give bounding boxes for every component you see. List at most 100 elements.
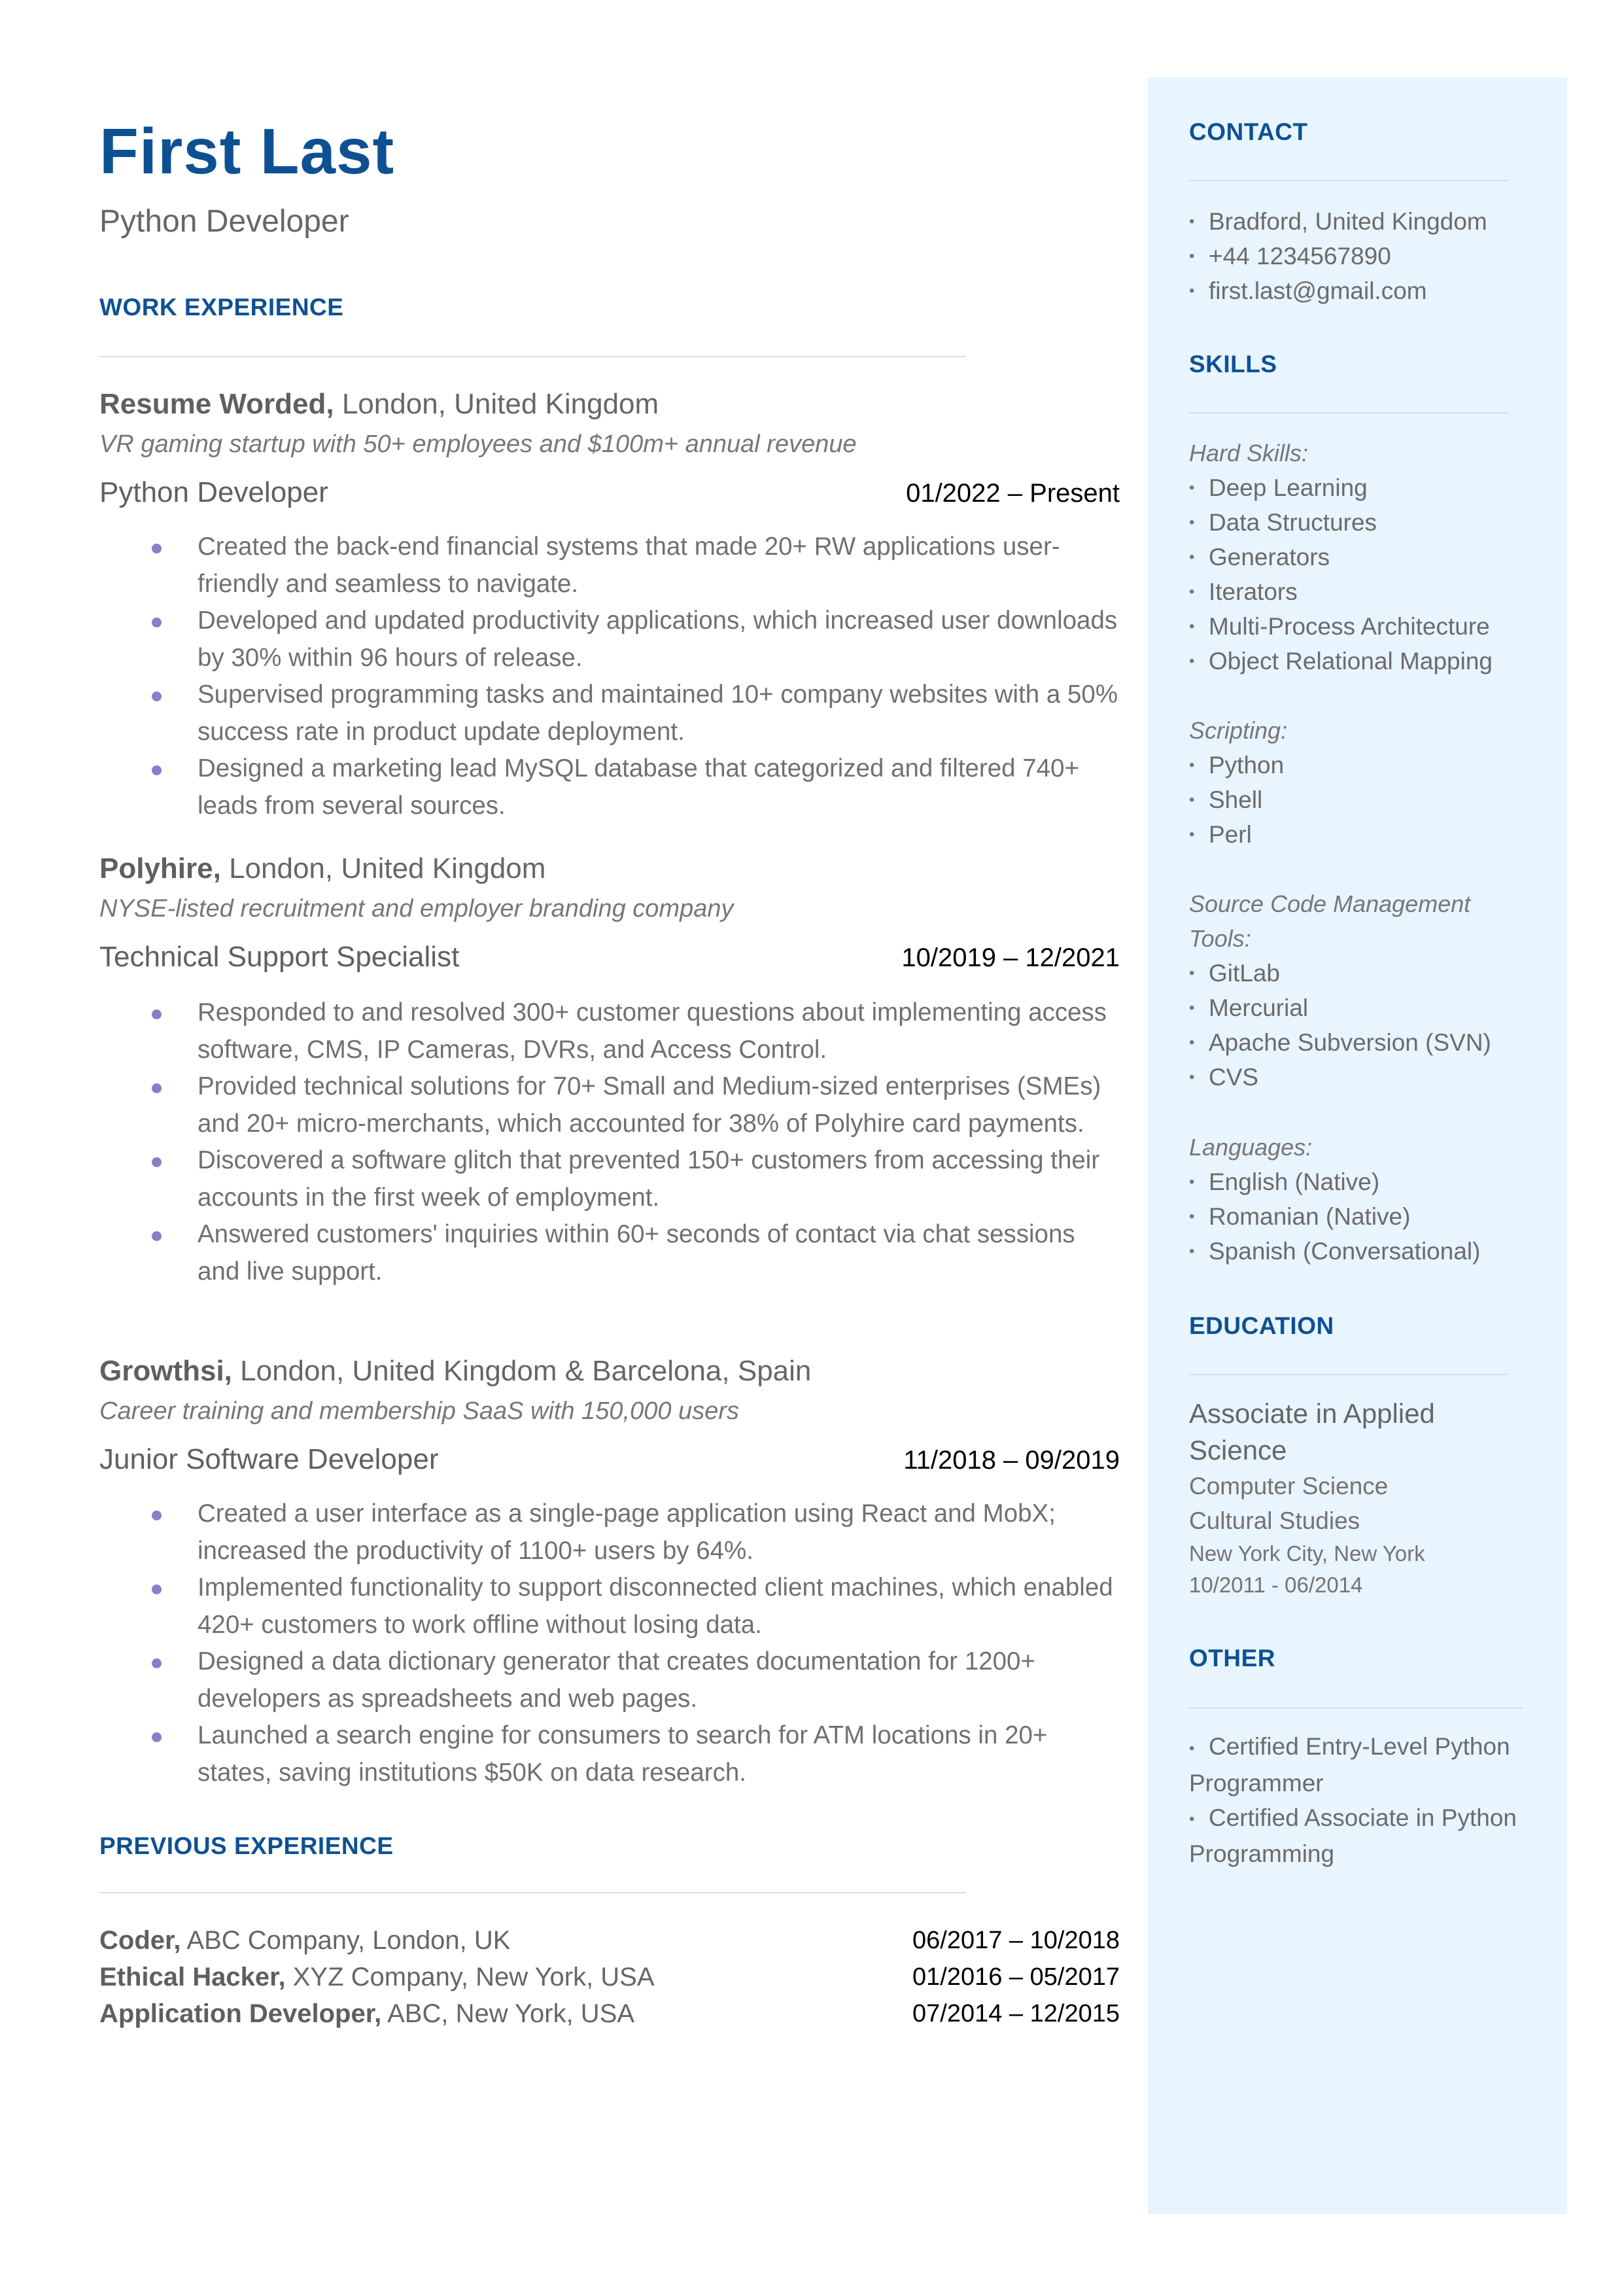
skill-item: Iterators: [1189, 574, 1529, 609]
skill-item: Mercurial: [1189, 990, 1496, 1025]
job-dates: 01/2022 – Present: [906, 479, 1120, 508]
education-minor: Cultural Studies: [1189, 1507, 1360, 1534]
section-divider: [99, 1892, 966, 1893]
company-location: London, United Kingdom & Barcelona, Spai…: [232, 1355, 812, 1387]
bullet-item: Created the back-end financial systems t…: [152, 529, 1120, 603]
job-role: Junior Software Developer: [99, 1443, 439, 1475]
skill-item: Deep Learning: [1189, 470, 1529, 505]
company-name: Polyhire,: [99, 852, 221, 885]
contact-list: Bradford, United Kingdom +44 1234567890 …: [1189, 204, 1529, 308]
bullet-dot-icon: [152, 1157, 162, 1167]
certification-item: • Certified Associate in Python Programmi…: [1189, 1800, 1542, 1872]
skill-group-label: Languages:: [1189, 1134, 1313, 1161]
job-company-line: Resume Worded, London, United Kingdom: [99, 386, 659, 422]
bullet-dot-icon: [152, 1585, 162, 1594]
bullet-item: Answered customers' inquiries within 60+…: [152, 1216, 1120, 1290]
company-location: London, United Kingdom: [220, 852, 546, 885]
bullet-dot-icon: [152, 692, 162, 701]
company-description: VR gaming startup with 50+ employees and…: [99, 430, 857, 458]
role-row: Technical Support Specialist 10/2019 – 1…: [99, 941, 1120, 973]
candidate-name: First Last: [99, 115, 395, 187]
skill-item: Multi-Process Architecture: [1189, 609, 1529, 644]
bullet-dot-icon: [152, 618, 162, 627]
previous-job-dates: 06/2017 – 10/2018: [912, 1927, 1120, 1954]
previous-job-title: Coder, ABC Company, London, UK: [99, 1926, 511, 1955]
contact-heading: CONTACT: [1189, 118, 1308, 145]
skill-item: Apache Subversion (SVN): [1189, 1025, 1496, 1060]
education-heading: EDUCATION: [1189, 1312, 1334, 1339]
previous-job-row: Coder, ABC Company, London, UK 06/2017 –…: [99, 1922, 1120, 1959]
skill-item: CVS: [1189, 1060, 1496, 1095]
previous-experience-heading: PREVIOUS EXPERIENCE: [99, 1832, 394, 1859]
contact-email: first.last@gmail.com: [1189, 273, 1529, 308]
bullet-dot-icon: [152, 1658, 162, 1668]
bullet-dot-icon: [152, 1732, 162, 1742]
job-company-line: Growthsi, London, United Kingdom & Barce…: [99, 1353, 811, 1389]
company-description: NYSE-listed recruitment and employer bra…: [99, 895, 734, 922]
bullet-icon: •: [1189, 1810, 1195, 1829]
previous-job-title: Ethical Hacker, XYZ Company, New York, U…: [99, 1963, 655, 1991]
bullet-item: Discovered a software glitch that preven…: [152, 1142, 1120, 1216]
job-dates: 10/2019 – 12/2021: [901, 943, 1120, 972]
company-name: Resume Worded,: [99, 388, 334, 420]
skill-item: Perl: [1189, 817, 1529, 852]
skill-item: Romanian (Native): [1189, 1199, 1529, 1234]
skill-item: Python: [1189, 748, 1529, 782]
company-name: Growthsi,: [99, 1355, 232, 1387]
skill-group: Scripting: Python Shell Perl: [1189, 713, 1529, 852]
job-dates: 11/2018 – 09/2019: [903, 1446, 1120, 1475]
bullet-dot-icon: [152, 1083, 162, 1093]
previous-job-dates: 01/2016 – 05/2017: [912, 1963, 1120, 1991]
bullet-icon: •: [1189, 1739, 1195, 1757]
skill-item: Spanish (Conversational): [1189, 1234, 1529, 1269]
previous-job-title: Application Developer, ABC, New York, US…: [99, 1999, 635, 2028]
other-list: • Certified Entry-Level Python Programmer…: [1189, 1729, 1542, 1871]
previous-job-row: Ethical Hacker, XYZ Company, New York, U…: [99, 1959, 1120, 1995]
section-divider: [99, 356, 966, 357]
company-location: London, United Kingdom: [334, 388, 659, 420]
skill-group-label: Scripting:: [1189, 717, 1288, 744]
job-role: Technical Support Specialist: [99, 941, 460, 973]
company-description: Career training and membership SaaS with…: [99, 1397, 739, 1425]
bullet-item: Supervised programming tasks and maintai…: [152, 676, 1120, 750]
education-entry: Associate in Applied Science Computer Sc…: [1189, 1395, 1470, 1601]
bullet-item: Designed a marketing lead MySQL database…: [152, 750, 1120, 824]
skills-heading: SKILLS: [1189, 351, 1277, 377]
skill-group: Hard Skills: Deep Learning Data Structur…: [1189, 436, 1529, 678]
skill-item: Data Structures: [1189, 505, 1529, 540]
role-row: Junior Software Developer 11/2018 – 09/2…: [99, 1443, 1120, 1476]
job-bullets: Created a user interface as a single-pag…: [152, 1496, 1120, 1791]
bullet-item: Responded to and resolved 300+ customer …: [152, 994, 1120, 1068]
candidate-title: Python Developer: [99, 204, 349, 239]
skill-item: Generators: [1189, 540, 1529, 574]
skill-group-label: Hard Skills:: [1189, 440, 1309, 466]
bullet-dot-icon: [152, 1511, 162, 1520]
section-divider: [1189, 1374, 1508, 1375]
bullet-item: Created a user interface as a single-pag…: [152, 1496, 1120, 1569]
certification-item: • Certified Entry-Level Python Programmer: [1189, 1729, 1542, 1800]
skill-item: Shell: [1189, 782, 1529, 817]
bullet-item: Developed and updated productivity appli…: [152, 603, 1120, 676]
contact-phone: +44 1234567890: [1189, 239, 1529, 273]
bullet-item: Implemented functionality to support dis…: [152, 1569, 1120, 1643]
skill-item: GitLab: [1189, 956, 1496, 990]
skill-group: Languages: English (Native) Romanian (Na…: [1189, 1130, 1529, 1269]
skill-item: Object Relational Mapping: [1189, 644, 1529, 678]
bullet-dot-icon: [152, 544, 162, 553]
previous-job-dates: 07/2014 – 12/2015: [912, 2000, 1120, 2027]
section-divider: [1189, 180, 1508, 181]
education-field: Computer Science: [1189, 1473, 1389, 1499]
job-company-line: Polyhire, London, United Kingdom: [99, 850, 545, 886]
bullet-dot-icon: [152, 1009, 162, 1019]
section-divider: [1189, 412, 1508, 413]
education-degree: Associate in Applied Science: [1189, 1398, 1435, 1465]
bullet-dot-icon: [152, 1231, 162, 1241]
work-experience-heading: WORK EXPERIENCE: [99, 294, 344, 321]
bullet-item: Provided technical solutions for 70+ Sma…: [152, 1068, 1120, 1142]
job-role: Python Developer: [99, 476, 328, 508]
skill-group-label: Source Code Management Tools:: [1189, 890, 1471, 952]
bullet-item: Launched a search engine for consumers t…: [152, 1717, 1120, 1791]
contact-location: Bradford, United Kingdom: [1189, 204, 1529, 239]
education-location: New York City, New York: [1189, 1541, 1425, 1566]
job-bullets: Responded to and resolved 300+ customer …: [152, 994, 1120, 1290]
